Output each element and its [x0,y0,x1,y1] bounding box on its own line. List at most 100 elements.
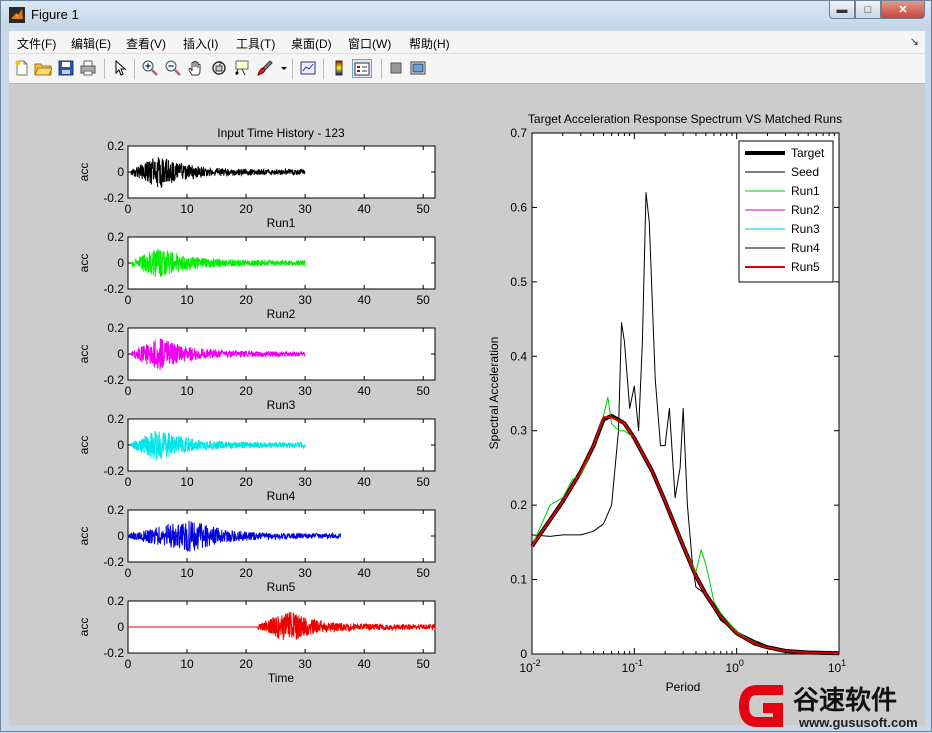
spectrum-y-tick-label: 0.4 [510,349,527,363]
y-tick-label: -0.2 [103,191,124,205]
y-tick-label: 0.2 [107,230,124,244]
close-button[interactable]: ✕ [881,1,925,19]
y-tick-label: 0 [117,529,124,543]
show-plot-tools-icon[interactable] [408,59,428,78]
subplot-caption: Run2 [267,307,296,321]
x-tick-label: 0 [125,202,132,216]
x-tick-label: 20 [239,384,253,398]
rotate-3d-icon[interactable] [209,59,229,78]
y-tick-label: 0.2 [107,503,124,517]
menu-edit[interactable]: 编辑(E) [71,35,111,52]
close-icon: ✕ [898,4,908,16]
x-tick-label: 20 [239,475,253,489]
y-axis-label: acc [77,163,91,182]
data-cursor-icon[interactable] [232,59,252,78]
legend-label: Target [791,146,825,160]
minimize-icon: ▬ [836,3,848,16]
maximize-icon: □ [864,3,872,16]
y-tick-label: 0.2 [107,412,124,426]
matlab-logo-icon [9,7,25,23]
spectrum-x-tick-label: 100 [725,658,743,675]
spectrum-y-tick-label: 0 [520,647,527,661]
spectrum-y-tick-label: 0.5 [510,275,527,289]
x-tick-label: 40 [357,202,371,216]
legend-icon[interactable] [352,59,372,78]
x-tick-label: 10 [180,566,194,580]
arrow-pointer-icon[interactable] [110,59,130,78]
open-folder-icon[interactable] [33,59,53,78]
y-axis-label: acc [77,618,91,637]
window-title: Figure 1 [31,7,79,22]
colorbar-icon[interactable] [329,59,349,78]
menu-tools[interactable]: 工具(T) [236,35,275,52]
x-tick-label: 30 [298,657,312,671]
menu-dock-icon[interactable]: ↘ [910,35,919,48]
y-tick-label: -0.2 [103,646,124,660]
x-tick-label: 0 [125,293,132,307]
y-tick-label: 0.2 [107,139,124,153]
x-tick-label: 40 [357,657,371,671]
y-axis-label: acc [77,254,91,273]
x-tick-label: 20 [239,293,253,307]
brush-icon[interactable] [255,59,275,78]
x-tick-label: 10 [180,202,194,216]
x-tick-label: 20 [239,202,253,216]
x-tick-label: 10 [180,384,194,398]
maximize-button[interactable]: □ [855,1,881,19]
x-tick-label: 20 [239,566,253,580]
x-tick-label: 0 [125,384,132,398]
x-tick-label: 10 [180,475,194,489]
zoom-out-icon[interactable] [163,59,183,78]
legend-label: Run1 [791,184,820,198]
new-file-icon[interactable] [12,59,32,78]
menu-window[interactable]: 窗口(W) [348,35,391,52]
x-tick-label: 0 [125,566,132,580]
subplot-caption: Run1 [267,216,296,230]
y-axis-label: acc [77,345,91,364]
menu-insert[interactable]: 插入(I) [183,35,218,52]
print-icon[interactable] [78,59,98,78]
pan-hand-icon[interactable] [186,59,206,78]
y-tick-label: 0.2 [107,594,124,608]
x-tick-label: 50 [417,293,431,307]
spectrum-y-tick-label: 0.7 [510,126,527,140]
legend-label: Run3 [791,222,820,236]
y-tick-label: -0.2 [103,282,124,296]
spectrum-y-tick-label: 0.2 [510,498,527,512]
zoom-in-icon[interactable] [140,59,160,78]
menu-view[interactable]: 查看(V) [126,35,166,52]
x-tick-label: 50 [417,475,431,489]
x-tick-label: 50 [417,657,431,671]
menu-bar: 文件(F) 编辑(E) 查看(V) 插入(I) 工具(T) 桌面(D) 窗口(W… [9,31,925,54]
y-tick-label: 0 [117,165,124,179]
spectrum-y-tick-label: 0.6 [510,200,527,214]
brush-dropdown-icon[interactable] [275,59,287,78]
spectrum-x-tick-label: 10-2 [519,658,540,675]
link-plot-icon[interactable] [298,59,318,78]
x-tick-label: 10 [180,293,194,307]
legend-label: Run4 [791,241,820,255]
x-tick-label: 50 [417,202,431,216]
x-tick-label: 40 [357,293,371,307]
x-tick-label: 30 [298,384,312,398]
x-tick-label: 10 [180,657,194,671]
minimize-button[interactable]: ▬ [829,1,855,19]
left-panel-title: Input Time History - 123 [217,126,345,140]
subplot-caption: Run4 [267,489,296,503]
spectrum-title: Target Acceleration Response Spectrum VS… [528,112,842,126]
menu-help[interactable]: 帮助(H) [409,35,450,52]
spectrum-x-tick-label: 10-1 [622,658,643,675]
save-icon[interactable] [56,59,76,78]
y-tick-label: 0 [117,438,124,452]
spectrum-x-label: Period [666,680,701,694]
title-bar[interactable]: Figure 1 ▬ □ ✕ [1,1,931,29]
menu-file[interactable]: 文件(F) [17,35,56,52]
x-tick-label: 30 [298,475,312,489]
menu-desktop[interactable]: 桌面(D) [291,35,332,52]
x-tick-label: 0 [125,475,132,489]
watermark-brand: 谷速软件 [793,685,897,715]
x-tick-label: 30 [298,202,312,216]
watermark-url: www.gususoft.com [798,715,918,730]
spectrum-y-tick-label: 0.3 [510,424,527,438]
hide-plot-tools-icon[interactable] [386,59,406,78]
